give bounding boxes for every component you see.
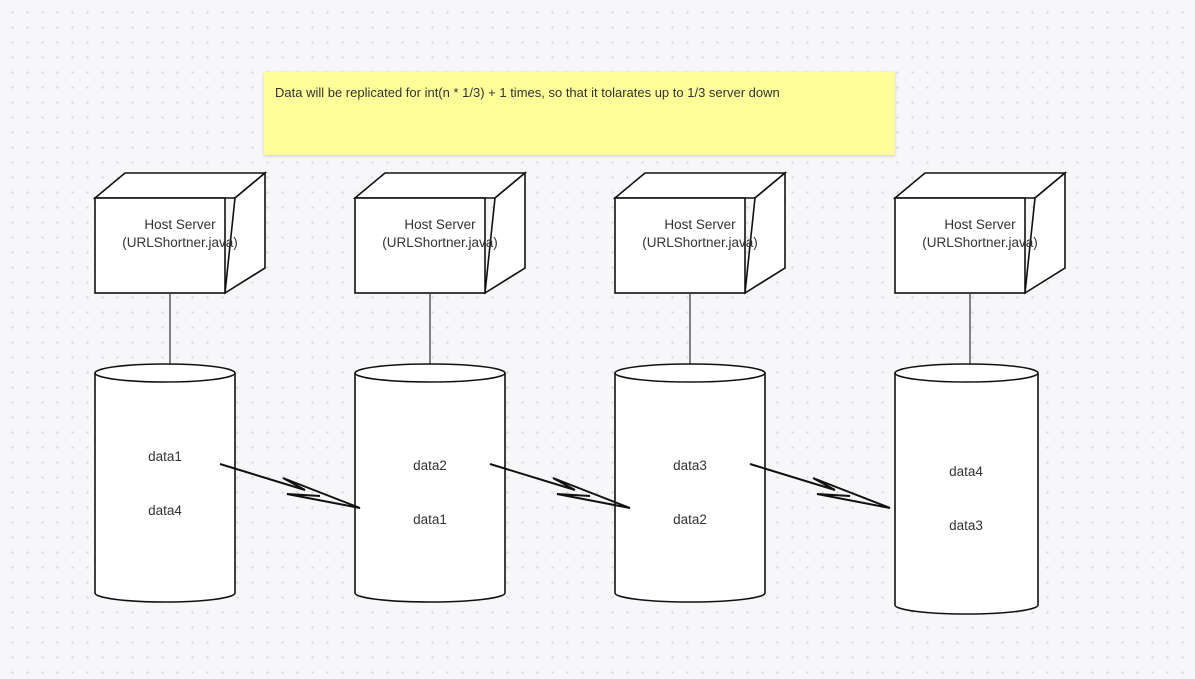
host-server-2[interactable]: Host Server (URLShortner.java) bbox=[352, 171, 528, 295]
node-2: Host Server (URLShortner.java) data2 dat… bbox=[352, 171, 528, 603]
db-item: data1 bbox=[148, 449, 182, 464]
replication-arrow-3-4[interactable] bbox=[749, 463, 891, 509]
node-4: Host Server (URLShortner.java) data4 dat… bbox=[892, 171, 1068, 615]
diagram-svg: Host Server (URLShortner.java) data1 dat… bbox=[92, 171, 1068, 615]
server-subtitle: (URLShortner.java) bbox=[922, 235, 1038, 250]
host-server-4[interactable]: Host Server (URLShortner.java) bbox=[892, 171, 1068, 295]
server-title: Host Server bbox=[144, 217, 216, 232]
db-item: data2 bbox=[413, 458, 447, 473]
db-item: data3 bbox=[949, 518, 983, 533]
server-title: Host Server bbox=[944, 217, 1016, 232]
db-item: data4 bbox=[949, 464, 983, 479]
server-subtitle: (URLShortner.java) bbox=[382, 235, 498, 250]
node-3: Host Server (URLShortner.java) data3 dat… bbox=[612, 171, 788, 603]
db-item: data4 bbox=[148, 503, 182, 518]
database-2[interactable]: data2 data1 bbox=[354, 363, 506, 603]
db-item: data3 bbox=[673, 458, 707, 473]
server-title: Host Server bbox=[664, 217, 736, 232]
server-subtitle: (URLShortner.java) bbox=[122, 235, 238, 250]
database-4[interactable]: data4 data3 bbox=[894, 363, 1039, 615]
host-server-3[interactable]: Host Server (URLShortner.java) bbox=[612, 171, 788, 295]
database-3[interactable]: data3 data2 bbox=[614, 363, 766, 603]
diagram-canvas: Data will be replicated for int(n * 1/3)… bbox=[0, 0, 1195, 679]
node-1: Host Server (URLShortner.java) data1 dat… bbox=[92, 171, 268, 603]
replication-arrow-2-3[interactable] bbox=[489, 463, 631, 509]
db-item: data2 bbox=[673, 512, 707, 527]
database-1[interactable]: data1 data4 bbox=[94, 363, 236, 603]
replication-arrow-1-2[interactable] bbox=[219, 463, 361, 509]
server-subtitle: (URLShortner.java) bbox=[642, 235, 758, 250]
host-server-1[interactable]: Host Server (URLShortner.java) bbox=[92, 171, 268, 295]
server-title: Host Server bbox=[404, 217, 476, 232]
db-item: data1 bbox=[413, 512, 447, 527]
